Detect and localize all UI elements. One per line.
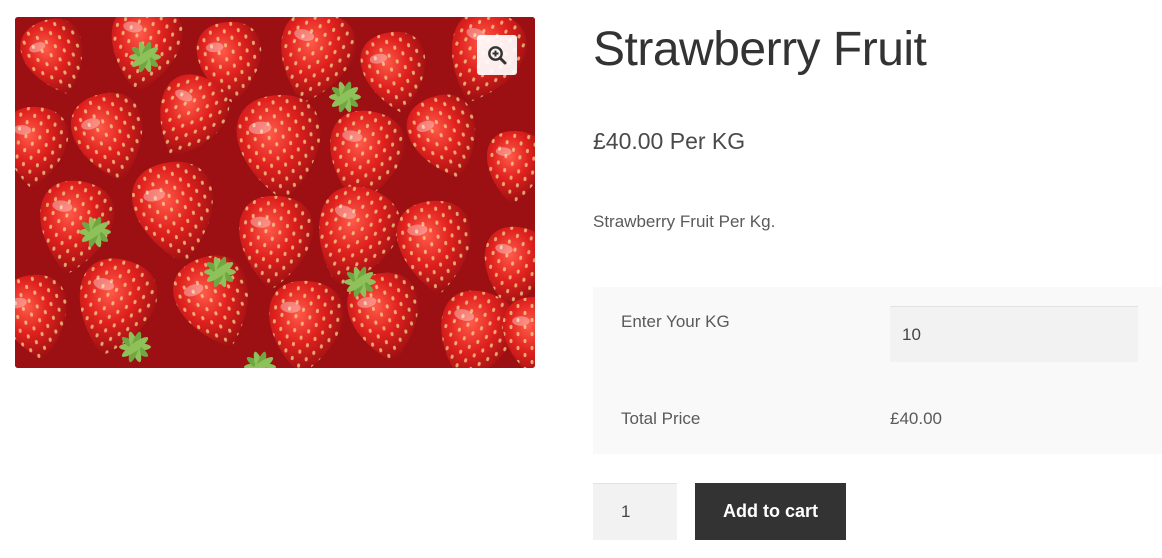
price-calculator: Enter Your KG Total Price £40.00 xyxy=(593,287,1162,454)
quantity-input[interactable] xyxy=(593,483,677,540)
add-to-cart-button[interactable]: Add to cart xyxy=(695,483,846,540)
product-title: Strawberry Fruit xyxy=(593,23,927,76)
product-description: Strawberry Fruit Per Kg. xyxy=(593,212,776,231)
product-image[interactable] xyxy=(15,17,535,368)
zoom-button[interactable] xyxy=(477,35,517,75)
kg-label: Enter Your KG xyxy=(621,312,730,331)
zoom-in-icon xyxy=(488,46,507,65)
total-price-value: £40.00 xyxy=(890,409,942,428)
strawberries-photo xyxy=(15,17,535,368)
kg-input[interactable] xyxy=(890,306,1138,362)
product-price: £40.00 Per KG xyxy=(593,128,746,154)
total-price-label: Total Price xyxy=(621,409,701,428)
